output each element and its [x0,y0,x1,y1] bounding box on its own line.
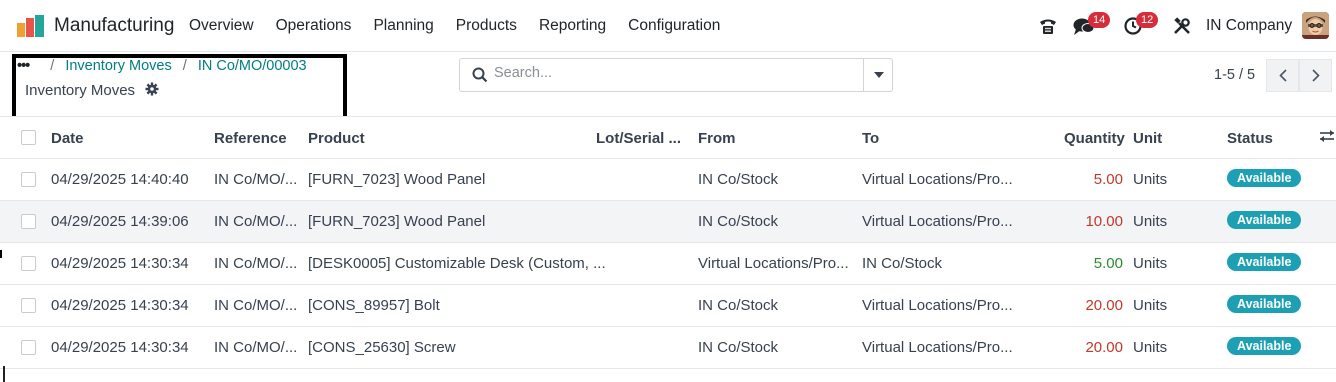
breadcrumb-inventory-moves[interactable]: Inventory Moves [65,58,171,74]
menu-operations[interactable]: Operations [276,17,352,35]
cell-to: Virtual Locations/Pro... [862,213,1013,230]
menu-products[interactable]: Products [456,17,517,35]
table-row[interactable]: 04/29/2025 14:30:34 IN Co/MO/... [CONS_8… [0,285,1336,327]
cell-date: 04/29/2025 14:30:34 [51,297,189,314]
cell-reference: IN Co/MO/... [214,171,298,188]
table-row[interactable]: 04/29/2025 14:30:34 IN Co/MO/... [DESK00… [0,243,1336,285]
gear-icon[interactable] [145,82,159,96]
search-bar [459,58,893,92]
chat-badge: 14 [1088,12,1111,28]
edge-mark [0,250,3,258]
breadcrumb: ••• / Inventory Moves / IN Co/MO/00003 [17,58,307,74]
header-date[interactable]: Date [51,130,84,147]
cell-unit: Units [1133,213,1168,230]
status-badge: Available [1227,337,1302,355]
table-row[interactable]: 04/29/2025 14:39:06 IN Co/MO/... [FURN_7… [0,201,1336,243]
cell-date: 04/29/2025 14:39:06 [51,213,189,230]
header-product[interactable]: Product [308,130,365,147]
tools-icon[interactable] [1173,17,1191,35]
table-row[interactable]: 04/29/2025 14:40:40 IN Co/MO/... [FURN_7… [0,159,1336,201]
row-checkbox[interactable] [21,298,36,313]
cell-unit: Units [1133,339,1168,356]
chevron-right-icon [1311,69,1320,82]
status-badge: Available [1227,253,1302,271]
cell-reference: IN Co/MO/... [214,213,298,230]
activity-badge: 12 [1136,12,1159,28]
menu-overview[interactable]: Overview [189,17,254,35]
cell-from: IN Co/Stock [698,339,779,356]
user-avatar[interactable] [1302,12,1329,39]
cell-quantity: 5.00 [1093,171,1123,188]
search-input[interactable] [494,65,854,81]
pager-value[interactable]: 1-5 / 5 [1214,67,1255,83]
row-checkbox[interactable] [21,214,36,229]
search-options-toggle[interactable] [863,59,893,91]
cell-quantity: 20.00 [1085,339,1123,356]
row-checkbox[interactable] [21,256,36,271]
cell-product: [DESK0005] Customizable Desk (Custom, ..… [308,255,606,272]
cell-to: Virtual Locations/Pro... [862,339,1013,356]
row-checkbox[interactable] [21,172,36,187]
header-unit[interactable]: Unit [1133,130,1162,147]
search-icon[interactable] [472,67,488,83]
cell-product: [FURN_7023] Wood Panel [308,171,486,188]
status-badge: Available [1227,169,1302,187]
status-badge: Available [1227,211,1302,229]
menu-configuration[interactable]: Configuration [628,17,720,35]
header-to[interactable]: To [862,130,879,147]
cell-reference: IN Co/MO/... [214,255,298,272]
cell-from: IN Co/Stock [698,171,779,188]
text-cursor [3,366,5,382]
pager-previous-button[interactable] [1266,59,1299,92]
menu-planning[interactable]: Planning [373,17,433,35]
cell-quantity: 10.00 [1085,213,1123,230]
cell-from: Virtual Locations/Pro... [698,255,849,272]
breadcrumb-mo-reference[interactable]: IN Co/MO/00003 [198,58,307,74]
cell-to: IN Co/Stock [862,255,943,272]
manufacturing-app-icon[interactable] [17,15,45,37]
header-lot-serial[interactable]: Lot/Serial ... [596,130,681,147]
cell-unit: Units [1133,171,1168,188]
phone-icon[interactable] [1038,16,1058,36]
menu-reporting[interactable]: Reporting [539,17,606,35]
top-navbar: Manufacturing Overview Operations Planni… [0,0,1336,52]
pager-next-button[interactable] [1299,59,1332,92]
page-title-text: Inventory Moves [25,82,136,99]
app-name[interactable]: Manufacturing [54,15,174,37]
header-status[interactable]: Status [1227,130,1273,147]
row-checkbox[interactable] [21,340,36,355]
cell-unit: Units [1133,297,1168,314]
cell-quantity: 20.00 [1085,297,1123,314]
cell-quantity: 5.00 [1093,255,1123,272]
cell-from: IN Co/Stock [698,297,779,314]
cell-reference: IN Co/MO/... [214,297,298,314]
page-title: Inventory Moves [25,82,159,99]
header-from[interactable]: From [698,130,736,147]
cell-product: [CONS_25630] Screw [308,339,456,356]
cell-to: Virtual Locations/Pro... [862,171,1013,188]
caret-down-icon [873,72,884,78]
cell-date: 04/29/2025 14:40:40 [51,171,189,188]
select-all-checkbox[interactable] [21,130,36,145]
cell-product: [CONS_89957] Bolt [308,297,440,314]
breadcrumb-separator: / [182,58,187,74]
status-badge: Available [1227,295,1302,313]
cell-to: Virtual Locations/Pro... [862,297,1013,314]
header-reference[interactable]: Reference [214,130,287,147]
chevron-left-icon [1278,69,1287,82]
optional-columns-icon[interactable] [1320,129,1334,143]
breadcrumb-more-icon[interactable]: ••• [17,58,30,74]
cell-date: 04/29/2025 14:30:34 [51,339,189,356]
cell-product: [FURN_7023] Wood Panel [308,213,486,230]
cell-unit: Units [1133,255,1168,272]
company-switcher[interactable]: IN Company [1206,17,1292,35]
main-menu: Overview Operations Planning Products Re… [189,17,742,35]
table-row[interactable]: 04/29/2025 14:30:34 IN Co/MO/... [CONS_2… [0,327,1336,369]
cell-reference: IN Co/MO/... [214,339,298,356]
cell-from: IN Co/Stock [698,213,779,230]
cell-date: 04/29/2025 14:30:34 [51,255,189,272]
header-quantity[interactable]: Quantity [1064,130,1125,147]
table-header: Date Reference Product Lot/Serial ... Fr… [0,116,1336,159]
breadcrumb-separator: / [50,58,55,74]
